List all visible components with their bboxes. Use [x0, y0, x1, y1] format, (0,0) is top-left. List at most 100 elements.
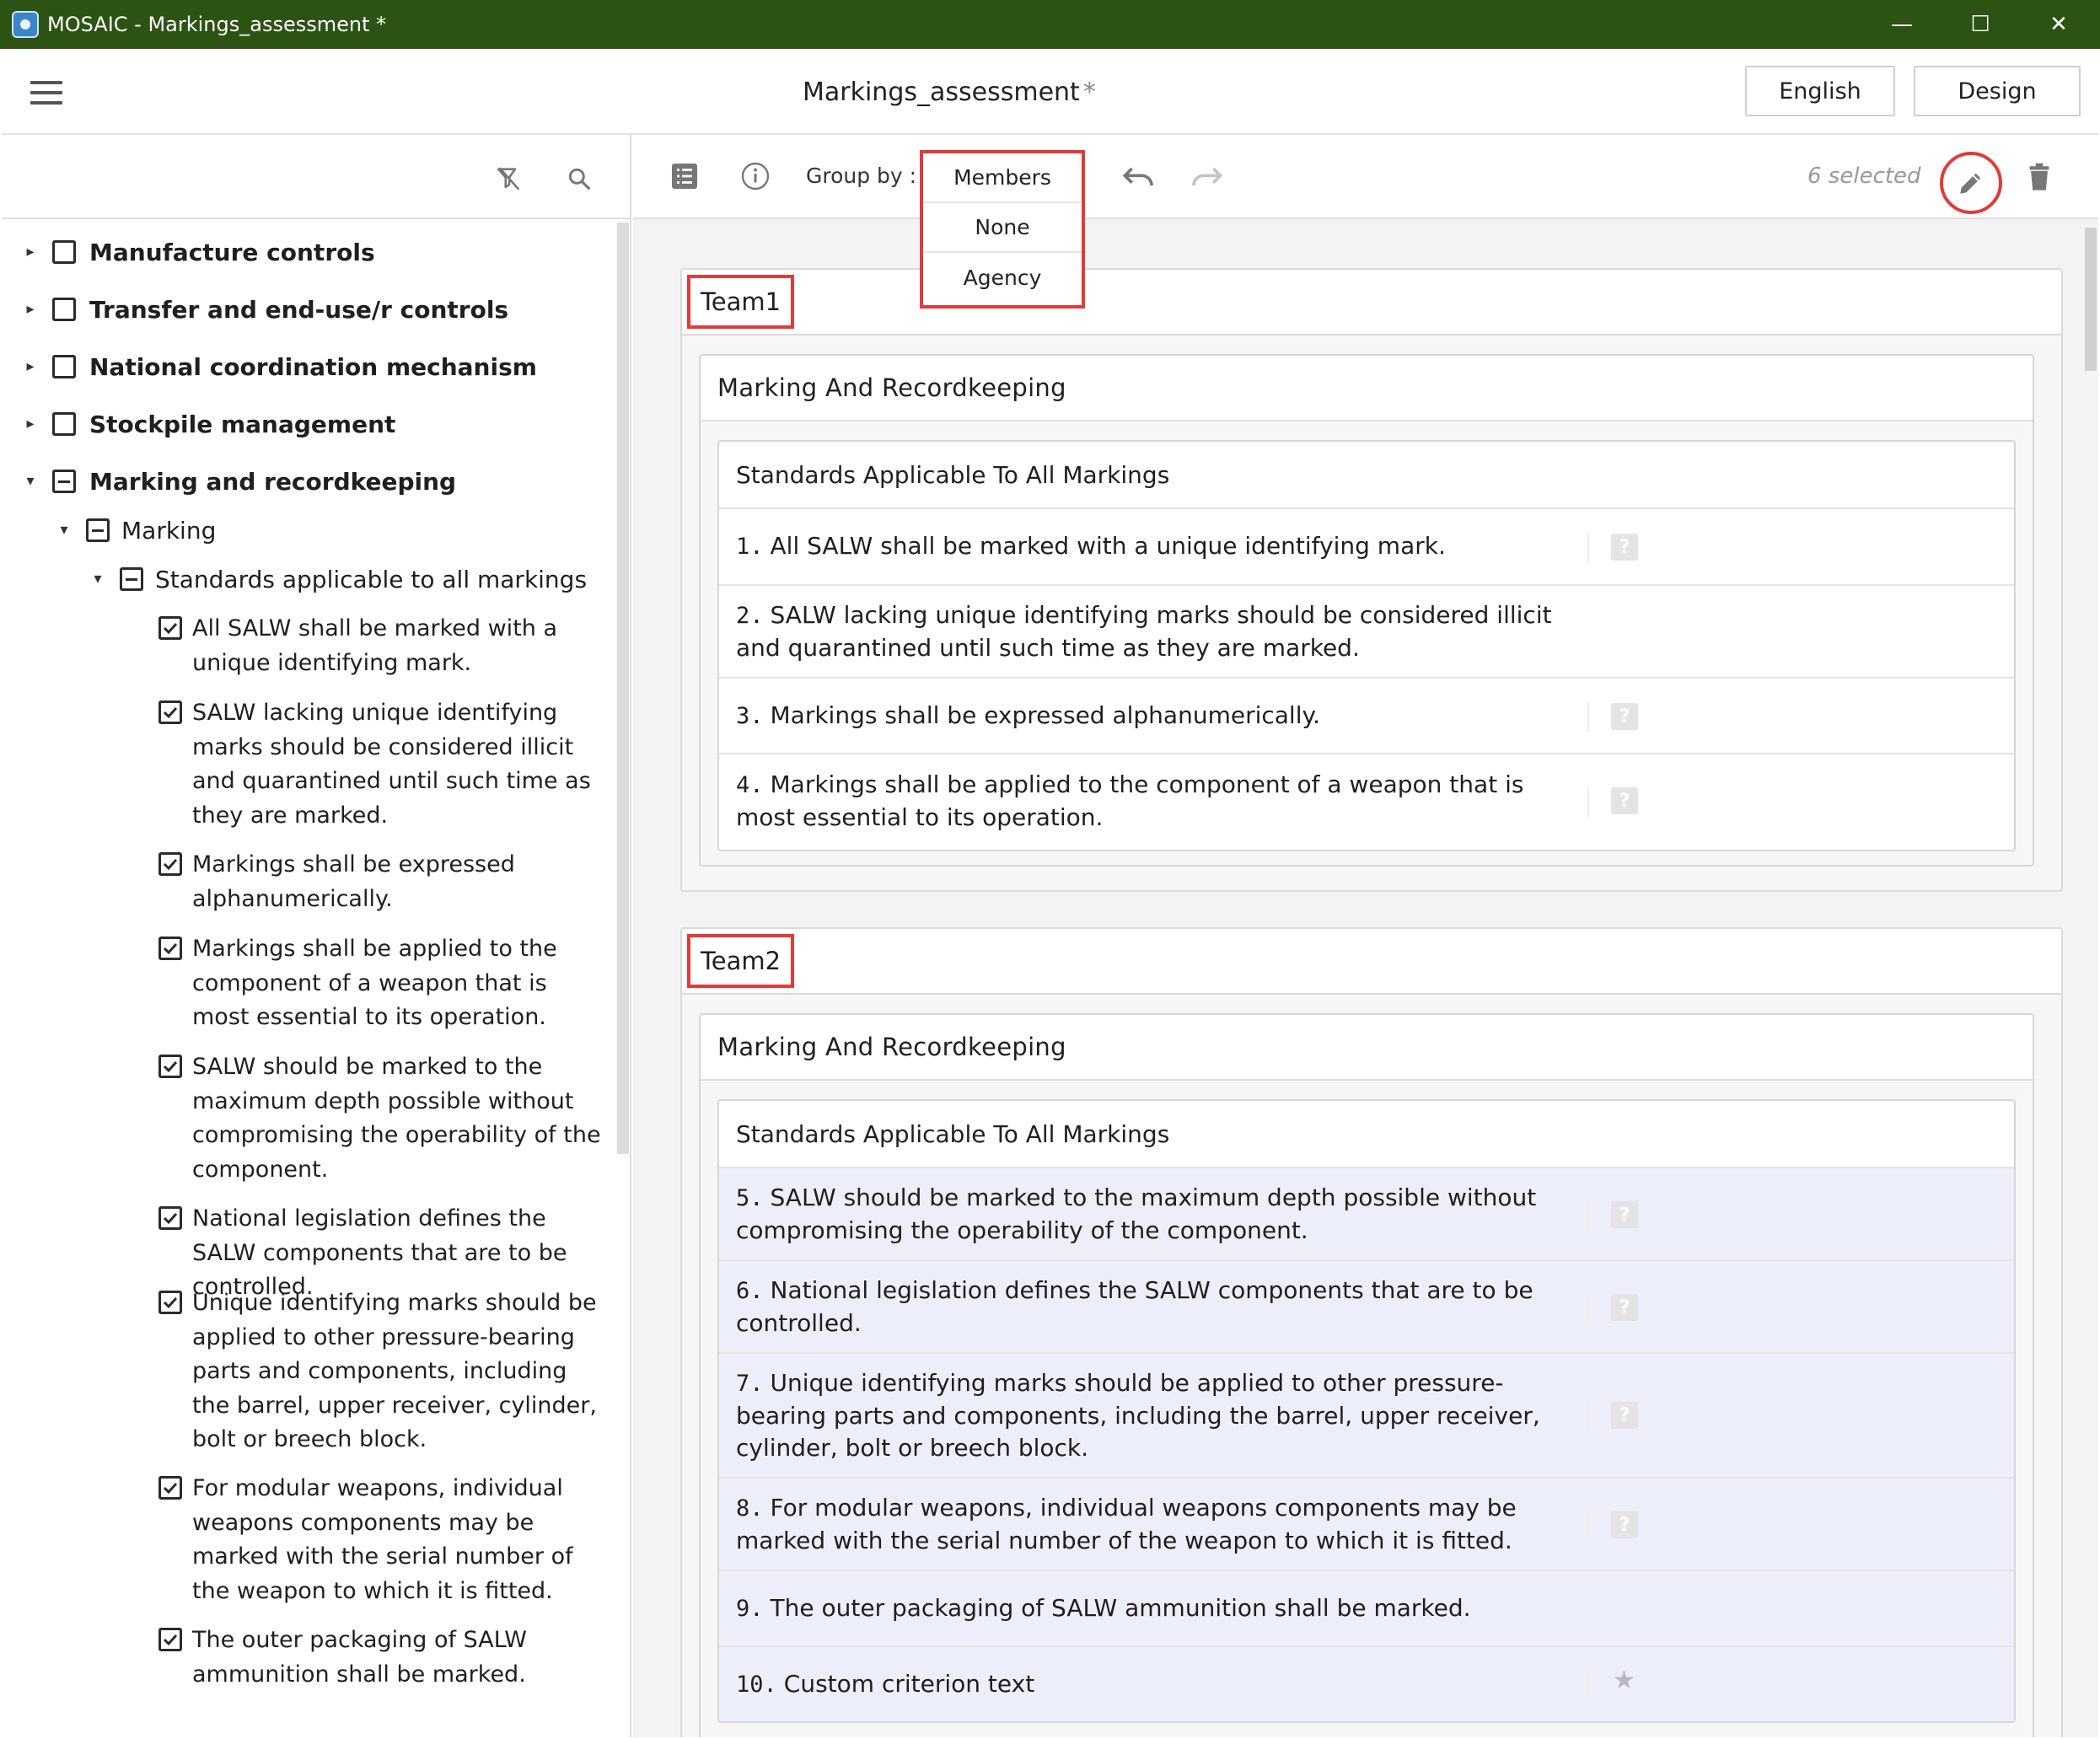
language-button[interactable]: English: [1745, 66, 1895, 116]
group-by-label: Group by :: [806, 164, 917, 188]
criterion-row[interactable]: 4. Markings shall be applied to the compo…: [719, 754, 2014, 847]
tree-item[interactable]: ▸ Transfer and end-use/r controls: [22, 293, 508, 327]
criterion-number: 9.: [736, 1595, 764, 1622]
row-divider: [1587, 786, 1589, 817]
tree-leaf[interactable]: All SALW shall be marked with a unique i…: [158, 612, 605, 680]
help-icon[interactable]: ?: [1611, 1201, 1638, 1228]
tree-checkbox-checked[interactable]: [158, 1055, 182, 1078]
close-window-button[interactable]: ✕: [2020, 0, 2097, 49]
help-icon[interactable]: ?: [1611, 787, 1638, 814]
group-by-option-none[interactable]: None: [923, 203, 1082, 253]
tree-leaf[interactable]: SALW lacking unique identifying marks sh…: [158, 696, 605, 833]
tree-checkbox-checked[interactable]: [158, 1628, 182, 1651]
tree-checkbox[interactable]: [120, 567, 143, 591]
tree-leaf-label: Markings shall be expressed alphanumeric…: [192, 851, 515, 912]
search-icon[interactable]: [562, 162, 596, 196]
criterion-row-selected[interactable]: 10. Custom criterion text ★: [719, 1647, 2014, 1721]
tree-checkbox-checked[interactable]: [158, 937, 182, 960]
criterion-row[interactable]: 2. SALW lacking unique identifying marks …: [719, 586, 2014, 679]
criterion-text: 1. All SALW shall be marked with a unique…: [736, 530, 1587, 563]
criterion-row-selected[interactable]: 5. SALW should be marked to the maximum d…: [719, 1168, 2014, 1261]
tree-item[interactable]: ▾ Standards applicable to all markings: [89, 563, 587, 597]
tree-checkbox[interactable]: [52, 240, 76, 264]
tree-leaf[interactable]: Markings shall be expressed alphanumeric…: [158, 848, 605, 916]
criterion-label: Unique identifying marks should be appli…: [736, 1368, 1540, 1462]
tree-item[interactable]: ▾ Marking: [56, 514, 216, 548]
group-by-dropdown[interactable]: Members None Agency: [920, 150, 1085, 309]
row-divider: [1587, 1669, 1589, 1699]
star-icon[interactable]: ★: [1613, 1666, 1635, 1695]
expand-caret-icon[interactable]: ▸: [22, 243, 39, 260]
tree-leaf[interactable]: The outer packaging of SALW ammunition s…: [158, 1624, 605, 1692]
criterion-row-selected[interactable]: 8. For modular weapons, individual weapon…: [719, 1479, 2014, 1571]
criterion-text: 9. The outer packaging of SALW ammunition…: [736, 1592, 1587, 1625]
tree-leaf[interactable]: For modular weapons, individual weapons …: [158, 1472, 605, 1608]
list-view-icon[interactable]: [667, 158, 702, 194]
clear-filter-icon[interactable]: [492, 162, 526, 196]
tree-checkbox-checked[interactable]: [158, 1206, 182, 1230]
document-title-text: Markings_assessment: [803, 78, 1080, 107]
help-icon[interactable]: ?: [1611, 1402, 1638, 1429]
criterion-row[interactable]: 1. All SALW shall be marked with a unique…: [719, 509, 2014, 586]
info-icon[interactable]: [738, 158, 773, 194]
criterion-number: 6.: [736, 1277, 764, 1304]
criteria-scrollbar[interactable]: [2085, 228, 2097, 371]
minimize-button[interactable]: —: [1863, 0, 1941, 49]
criterion-text: 3. Markings shall be expressed alphanumer…: [736, 700, 1587, 733]
team-group-header: Team1: [682, 270, 2061, 335]
tree-checkbox[interactable]: [86, 518, 110, 542]
outline-scrollbar[interactable]: [617, 223, 629, 1154]
tree-leaf[interactable]: Markings shall be applied to the compone…: [158, 932, 605, 1035]
section-title: Marking And Recordkeeping: [701, 356, 2033, 421]
tree-item[interactable]: ▾ Marking and recordkeeping: [22, 465, 456, 499]
subsection-card: Standards Applicable To All Markings 5. S…: [717, 1099, 2016, 1723]
tree-checkbox[interactable]: [52, 355, 76, 378]
expand-caret-icon[interactable]: ▸: [22, 300, 39, 318]
tree-item[interactable]: ▸ Stockpile management: [22, 408, 395, 442]
criteria-list: Team1 Marking And Recordkeeping Standard…: [633, 219, 2098, 1737]
help-icon[interactable]: ?: [1611, 534, 1638, 561]
tree-leaf[interactable]: SALW should be marked to the maximum dep…: [158, 1050, 605, 1187]
edit-button[interactable]: [1940, 152, 2002, 214]
criterion-label: SALW lacking unique identifying marks sh…: [736, 600, 1552, 662]
collapse-caret-icon[interactable]: ▾: [56, 521, 73, 539]
row-divider: [1587, 1200, 1589, 1231]
criterion-text: 2. SALW lacking unique identifying marks …: [736, 599, 1587, 664]
group-by-option-agency[interactable]: Agency: [923, 253, 1082, 303]
expand-caret-icon[interactable]: ▸: [22, 415, 39, 432]
subsection-card: Standards Applicable To All Markings 1. A…: [717, 440, 2016, 851]
tree-item-label: Marking and recordkeeping: [89, 468, 457, 496]
collapse-caret-icon[interactable]: ▾: [22, 472, 39, 490]
criterion-row-selected[interactable]: 6. National legislation defines the SALW …: [719, 1261, 2014, 1354]
tree-checkbox[interactable]: [52, 412, 76, 436]
tree-leaf-label: Unique identifying marks should be appli…: [192, 1290, 597, 1452]
criterion-text: 6. National legislation defines the SALW …: [736, 1275, 1587, 1339]
hamburger-menu-icon[interactable]: [30, 81, 62, 105]
criterion-row-selected[interactable]: 7. Unique identifying marks should be app…: [719, 1354, 2014, 1479]
criterion-row-selected[interactable]: 9. The outer packaging of SALW ammunition…: [719, 1571, 2014, 1647]
design-button[interactable]: Design: [1914, 66, 2081, 116]
tree-item[interactable]: ▸ Manufacture controls: [22, 236, 374, 270]
tree-item[interactable]: ▸ National coordination mechanism: [22, 351, 536, 384]
tree-checkbox-checked[interactable]: [158, 616, 182, 640]
help-icon[interactable]: ?: [1611, 1294, 1638, 1321]
tree-checkbox-checked[interactable]: [158, 1476, 182, 1500]
tree-checkbox-checked[interactable]: [158, 700, 182, 724]
modified-indicator: *: [1082, 78, 1096, 107]
tree-checkbox-checked[interactable]: [158, 1291, 182, 1314]
criterion-row[interactable]: 3. Markings shall be expressed alphanumer…: [719, 679, 2014, 754]
window-titlebar: MOSAIC - Markings_assessment * — ☐ ✕: [0, 0, 2100, 49]
collapse-caret-icon[interactable]: ▾: [89, 570, 106, 588]
criterion-number: 1.: [736, 534, 764, 560]
help-icon[interactable]: ?: [1611, 1511, 1638, 1538]
tree-leaf[interactable]: Unique identifying marks should be appli…: [158, 1286, 605, 1457]
tree-checkbox[interactable]: [52, 470, 76, 493]
tree-checkbox[interactable]: [52, 298, 76, 321]
tree-checkbox-checked[interactable]: [158, 852, 182, 876]
help-icon[interactable]: ?: [1611, 703, 1638, 730]
group-by-option-members[interactable]: Members: [923, 153, 1082, 203]
expand-caret-icon[interactable]: ▸: [22, 357, 39, 375]
undo-icon[interactable]: [1120, 160, 1157, 194]
maximize-button[interactable]: ☐: [1942, 0, 2019, 49]
trash-icon[interactable]: [2022, 160, 2056, 194]
